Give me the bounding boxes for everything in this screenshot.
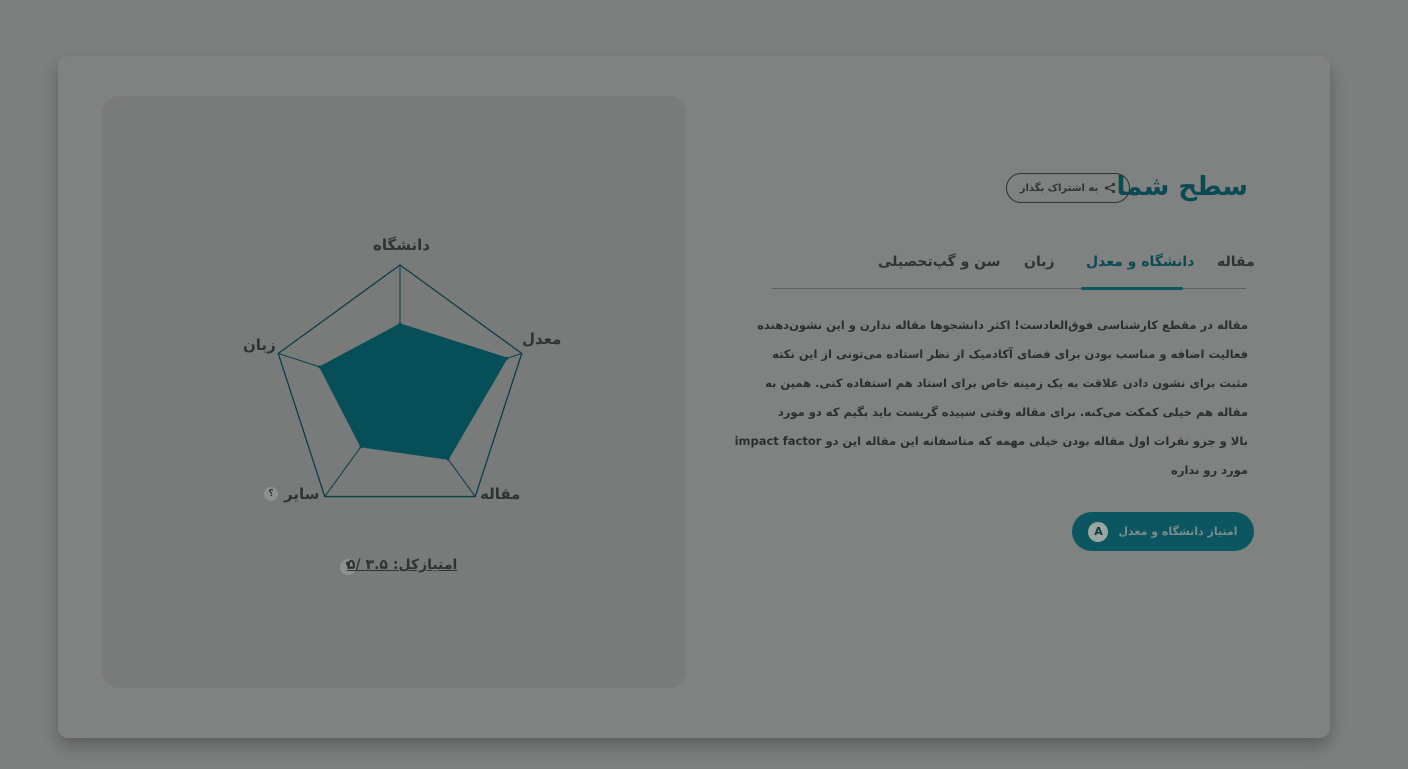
axis-label-gpa: معدل — [522, 330, 562, 348]
axis-label-article: مقاله — [480, 485, 521, 503]
description-line: مثبت برای نشون دادن علاقت به یک زمینه خا… — [765, 376, 1248, 390]
description-line: مورد رو نداره — [1171, 463, 1248, 477]
share-button[interactable]: به اشتراک بگذار — [1006, 173, 1130, 203]
result-card: دانشگاه معدل مقاله سایر ؟ زبان ؟ امتیازک… — [58, 56, 1330, 738]
radar-spoke — [506, 352, 522, 359]
description-line: بالا و جزو نفرات اول مقاله بودن خیلی مهم… — [734, 434, 1248, 448]
tab-language[interactable]: زبان — [1024, 254, 1055, 270]
share-label: به اشتراک بگذار — [1019, 182, 1099, 194]
radar-spoke — [324, 446, 362, 497]
description-line: فعالیت اضافه و مناسب بودن برای فضای آکاد… — [772, 347, 1248, 361]
total-score[interactable]: امتیازکل: ۳.۵ /۵ — [347, 557, 457, 573]
radar-spoke — [447, 458, 476, 497]
page-title: سطح شما — [1116, 172, 1248, 202]
tab-article[interactable]: مقاله — [1217, 254, 1255, 270]
category-tabs: مقاله دانشگاه و معدل زبان سن و گپ‌تحصیلی — [772, 246, 1255, 290]
radar-point-2 — [446, 457, 450, 461]
score-category-label: امتیاز دانشگاه و معدل — [1118, 525, 1238, 538]
axis-label-language: زبان — [243, 336, 276, 354]
share-icon — [1105, 182, 1116, 194]
active-tab-indicator — [1081, 287, 1183, 290]
tab-description: مقاله در مقطع کارشناسی فوق‌العادست! اکثر… — [734, 311, 1248, 485]
radar-point-3 — [359, 445, 363, 449]
grade-badge: A — [1088, 521, 1109, 542]
radar-value-area — [318, 323, 508, 460]
score-category-button[interactable]: امتیاز دانشگاه و معدل A — [1072, 512, 1254, 551]
axis-label-other: سایر — [284, 485, 320, 503]
description-line: مقاله هم خیلی کمکت می‌کنه. برای مقاله وق… — [777, 405, 1248, 419]
other-info-icon[interactable]: ؟ — [264, 487, 278, 501]
radar-point-4 — [318, 365, 322, 369]
axis-label-university: دانشگاه — [373, 236, 430, 254]
radar-panel: دانشگاه معدل مقاله سایر ؟ زبان ؟ امتیازک… — [102, 96, 686, 688]
tab-age-gap[interactable]: سن و گپ‌تحصیلی — [878, 254, 1001, 270]
radar-chart — [277, 264, 523, 498]
radar-point-0 — [398, 322, 402, 326]
description-line: مقاله در مقطع کارشناسی فوق‌العادست! اکثر… — [757, 318, 1248, 332]
radar-point-1 — [505, 356, 509, 360]
radar-spoke — [278, 352, 320, 368]
tab-university-gpa[interactable]: دانشگاه و معدل — [1086, 254, 1194, 270]
